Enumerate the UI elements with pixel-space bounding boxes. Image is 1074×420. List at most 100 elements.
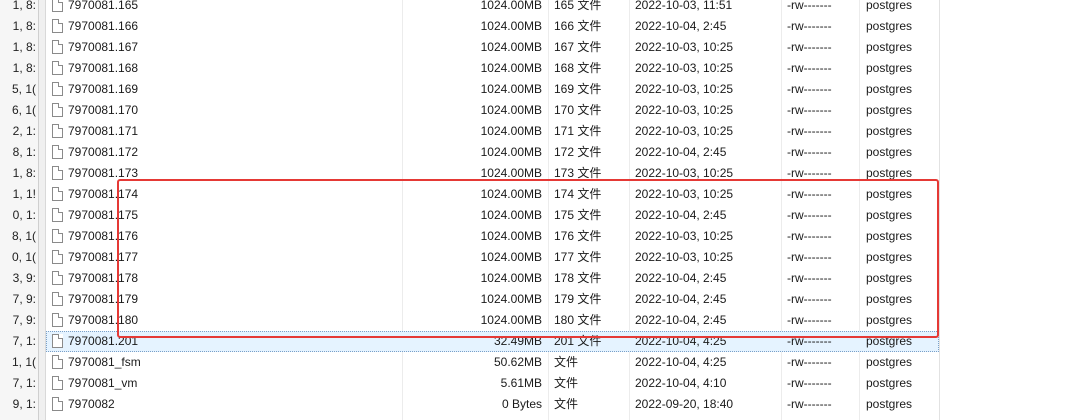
left-pane-row[interactable]: 9, 1:: [0, 394, 38, 415]
file-name: 7970081.169: [68, 82, 139, 96]
file-row[interactable]: 7970081.179 1024.00MB 179 文件 2022-10-04, 2:…: [46, 289, 939, 310]
file-row[interactable]: 7970081.175 1024.00MB 175 文件 2022-10-04, 2:…: [46, 205, 939, 226]
file-permissions: -rw-------: [787, 334, 832, 348]
left-pane-row[interactable]: 6, 1(: [0, 100, 38, 121]
file-row[interactable]: 7970081.176 1024.00MB 176 文件 2022-10-03, 10…: [46, 226, 939, 247]
file-type: 174 文件: [554, 187, 602, 201]
file-name: 7970081.173: [68, 166, 139, 180]
file-size: 5.61MB: [500, 376, 542, 390]
file-modified: 2022-10-03, 10:25: [635, 103, 734, 117]
file-type: 165 文件: [554, 0, 602, 12]
file-row[interactable]: 7970081.201 32.49MB 201 文件 2022-10-04, 4:25…: [46, 331, 939, 352]
left-pane-row[interactable]: 1, 1!: [0, 184, 38, 205]
left-pane-row[interactable]: 8, 1:: [0, 142, 38, 163]
file-modified: 2022-10-03, 11:51: [635, 0, 733, 12]
left-pane-row-text: 1, 8:: [12, 61, 36, 75]
file-icon: [52, 103, 63, 117]
file-type: 文件: [554, 397, 579, 411]
file-icon: [52, 229, 63, 243]
file-row[interactable]: 7970081.167 1024.00MB 167 文件 2022-10-03, 10…: [46, 37, 939, 58]
file-type: 179 文件: [554, 292, 602, 306]
file-row[interactable]: 7970082 0 Bytes 文件 2022-09-20, 18:40 -rw----…: [46, 394, 939, 415]
file-icon-cell: [52, 16, 64, 37]
file-row[interactable]: 7970081.168 1024.00MB 168 文件 2022-10-03, 10…: [46, 58, 939, 79]
file-type: 175 文件: [554, 208, 602, 222]
file-name: 7970081.166: [68, 19, 139, 33]
file-icon-cell: [52, 226, 64, 247]
file-modified: 2022-10-03, 10:25: [635, 82, 734, 96]
file-icon: [52, 166, 63, 180]
file-name: 7970082: [68, 397, 115, 411]
left-pane-row[interactable]: 1, 8:: [0, 163, 38, 184]
left-pane-row[interactable]: 7, 9:: [0, 289, 38, 310]
file-owner: postgres: [866, 82, 913, 96]
left-pane-row[interactable]: 2, 1:: [0, 121, 38, 142]
left-pane-row[interactable]: 0, 1:: [0, 205, 38, 226]
file-row[interactable]: 7970081.171 1024.00MB 171 文件 2022-10-03, 10…: [46, 121, 939, 142]
file-icon: [52, 334, 63, 348]
file-owner: postgres: [866, 187, 913, 201]
file-owner: postgres: [866, 334, 913, 348]
file-row[interactable]: 7970081.180 1024.00MB 180 文件 2022-10-04, 2:…: [46, 310, 939, 331]
left-pane-row[interactable]: 1, 8:: [0, 37, 38, 58]
file-row[interactable]: 7970081.172 1024.00MB 172 文件 2022-10-04, 2:…: [46, 142, 939, 163]
file-permissions: -rw-------: [787, 376, 832, 390]
file-icon-cell: [52, 58, 64, 79]
file-row[interactable]: 7970081_vm 5.61MB 文件 2022-10-04, 4:10 -rw---…: [46, 373, 939, 394]
left-pane-row[interactable]: 1, 1(: [0, 352, 38, 373]
file-icon-cell: [52, 394, 64, 415]
file-owner: postgres: [866, 292, 913, 306]
file-size: 1024.00MB: [480, 145, 542, 159]
file-name: 7970081.177: [68, 250, 139, 264]
file-row[interactable]: 7970081.166 1024.00MB 166 文件 2022-10-04, 2:…: [46, 16, 939, 37]
left-pane-row[interactable]: 1, 8:: [0, 16, 38, 37]
left-pane-row[interactable]: 1, 8:: [0, 0, 38, 16]
file-row[interactable]: 7970081.170 1024.00MB 170 文件 2022-10-03, 10…: [46, 100, 939, 121]
left-pane-row[interactable]: 0, 1(: [0, 247, 38, 268]
file-type: 166 文件: [554, 19, 602, 33]
left-pane-row[interactable]: 7, 1:: [0, 331, 38, 352]
file-owner: postgres: [866, 397, 913, 411]
file-size: 1024.00MB: [480, 292, 542, 306]
file-type: 170 文件: [554, 103, 602, 117]
file-row[interactable]: 7970081.178 1024.00MB 178 文件 2022-10-04, 2:…: [46, 268, 939, 289]
left-pane-row[interactable]: 5, 1(: [0, 79, 38, 100]
file-name: 7970081.165: [68, 0, 139, 12]
file-modified: 2022-10-04, 2:45: [635, 292, 727, 306]
file-row[interactable]: 7970081.173 1024.00MB 173 文件 2022-10-03, 10…: [46, 163, 939, 184]
left-pane-row[interactable]: 3, 9:: [0, 268, 38, 289]
file-modified: 2022-10-04, 4:25: [635, 355, 727, 369]
file-modified: 2022-10-04, 2:45: [635, 208, 727, 222]
file-permissions: -rw-------: [787, 103, 832, 117]
file-row[interactable]: 7970081.174 1024.00MB 174 文件 2022-10-03, 10…: [46, 184, 939, 205]
left-pane-row-text: 1, 1!: [12, 187, 36, 201]
left-pane-row-text: 8, 1(: [11, 229, 36, 243]
left-pane-row-text: 8, 1:: [12, 145, 36, 159]
file-type: 167 文件: [554, 40, 602, 54]
file-modified: 2022-10-03, 10:25: [635, 124, 734, 138]
file-owner: postgres: [866, 103, 913, 117]
file-size: 1024.00MB: [480, 187, 542, 201]
left-pane-row[interactable]: 8, 1(: [0, 226, 38, 247]
left-pane-row[interactable]: 7, 1:: [0, 373, 38, 394]
file-icon: [52, 145, 63, 159]
file-owner: postgres: [866, 355, 913, 369]
file-row[interactable]: 7970081.177 1024.00MB 177 文件 2022-10-03, 10…: [46, 247, 939, 268]
file-owner: postgres: [866, 0, 913, 12]
file-icon: [52, 187, 63, 201]
file-size: 1024.00MB: [480, 0, 542, 12]
file-row[interactable]: 7970081.165 1024.00MB 165 文件 2022-10-03, 11…: [46, 0, 939, 16]
file-modified: 2022-10-04, 2:45: [635, 145, 727, 159]
left-pane-row[interactable]: 7, 9:: [0, 310, 38, 331]
file-size: 1024.00MB: [480, 313, 542, 327]
file-owner: postgres: [866, 208, 913, 222]
file-type: 文件: [554, 355, 579, 369]
file-row[interactable]: 7970081_fsm 50.62MB 文件 2022-10-04, 4:25 -rw-…: [46, 352, 939, 373]
file-size: 1024.00MB: [480, 250, 542, 264]
file-permissions: -rw-------: [787, 271, 832, 285]
left-pane-row[interactable]: 1, 8:: [0, 58, 38, 79]
file-name: 7970081.167: [68, 40, 139, 54]
file-row[interactable]: 7970081.169 1024.00MB 169 文件 2022-10-03, 10…: [46, 79, 939, 100]
file-permissions: -rw-------: [787, 313, 832, 327]
file-icon-cell: [52, 0, 64, 16]
